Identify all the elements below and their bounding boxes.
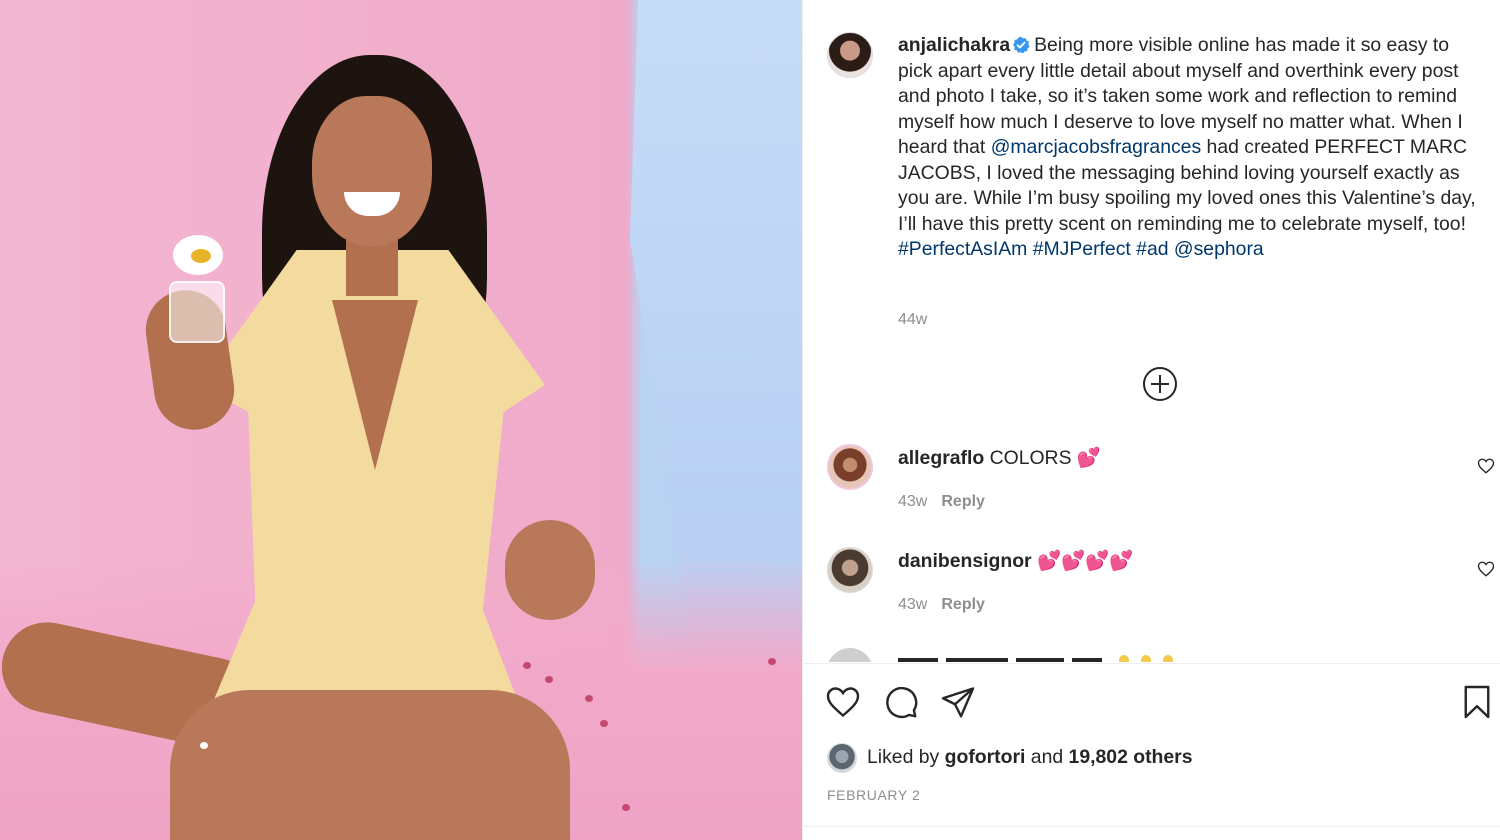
plus-circle-icon — [1143, 367, 1177, 401]
reply-button[interactable]: Reply — [941, 596, 985, 613]
likes-summary[interactable]: Liked by gofortori and 19,802 others — [867, 746, 1193, 769]
confetti-heart — [622, 804, 630, 811]
confetti-heart — [523, 662, 531, 669]
caption-hashtag-link[interactable]: #PerfectAsIAm — [898, 238, 1027, 260]
post-caption: anjalichakra Being more visible online ha… — [898, 33, 1488, 263]
comment-username[interactable]: danibensignor — [898, 550, 1032, 572]
post-photo[interactable] — [0, 0, 802, 840]
comment-text: COLORS 💕 — [989, 447, 1102, 469]
comment: danibensignor 💕💕💕💕 — [898, 549, 1134, 573]
caption-mention-link[interactable]: @sephora — [1174, 238, 1264, 260]
avatar[interactable] — [827, 547, 873, 593]
avatar — [827, 648, 873, 662]
caption-hashtag-link[interactable]: #ad — [1136, 238, 1168, 260]
comment-username[interactable]: allegraflo — [898, 447, 984, 469]
perfume-glass — [169, 281, 225, 343]
heart-icon — [826, 687, 860, 718]
comment-cut-off — [827, 648, 1277, 662]
comment-like-button[interactable] — [1477, 457, 1495, 475]
confetti-heart — [545, 676, 553, 683]
perfume-bottle — [165, 235, 229, 345]
avatar[interactable] — [827, 444, 873, 490]
photo-figure-hand — [505, 520, 595, 620]
heart-icon — [1477, 458, 1495, 474]
divider — [803, 826, 1500, 827]
load-more-comments-button[interactable] — [1142, 366, 1178, 402]
likes-user-link[interactable]: gofortori — [945, 746, 1026, 768]
photo-figure-knee — [170, 690, 570, 840]
caption-hashtag-link[interactable]: #MJPerfect — [1033, 238, 1131, 260]
avatar[interactable] — [827, 743, 857, 773]
confetti-heart — [200, 742, 208, 749]
comment-text: 💕💕💕💕 — [1036, 550, 1134, 572]
heart-icon — [1477, 561, 1495, 577]
confetti-heart — [585, 695, 593, 702]
paper-plane-icon — [941, 687, 975, 718]
divider — [803, 663, 1500, 664]
comment-meta: 43w Reply — [898, 493, 985, 511]
comment-bubble-icon — [886, 686, 918, 719]
caption-timestamp[interactable]: 44w — [898, 311, 927, 329]
comment-like-button[interactable] — [1477, 560, 1495, 578]
comment-timestamp[interactable]: 43w — [898, 596, 927, 613]
comment-timestamp[interactable]: 43w — [898, 493, 927, 510]
verified-badge-icon — [1012, 36, 1030, 54]
save-button[interactable] — [1459, 684, 1495, 720]
avatar[interactable] — [827, 32, 873, 78]
perfume-bee — [191, 249, 211, 263]
like-button[interactable] — [825, 684, 861, 720]
comment-cut-off-text — [898, 655, 1173, 662]
likes-others-link[interactable]: 19,802 others — [1069, 746, 1193, 768]
share-button[interactable] — [940, 684, 976, 720]
comment: allegraflo COLORS 💕 — [898, 446, 1101, 470]
comment-meta: 43w Reply — [898, 596, 985, 614]
caption-username[interactable]: anjalichakra — [898, 34, 1010, 56]
confetti-heart — [768, 658, 776, 665]
reply-button[interactable]: Reply — [941, 493, 985, 510]
post-side-panel: anjalichakra Being more visible online ha… — [802, 0, 1500, 840]
photo-figure-face — [312, 96, 432, 246]
likes-prefix: Liked by — [867, 746, 940, 768]
post-date[interactable]: FEBRUARY 2 — [827, 787, 920, 803]
bookmark-icon — [1464, 685, 1490, 719]
comment-button[interactable] — [883, 684, 919, 720]
confetti-heart — [600, 720, 608, 727]
likes-conjunction: and — [1030, 746, 1064, 768]
caption-mention-link[interactable]: @marcjacobsfragrances — [991, 136, 1201, 158]
